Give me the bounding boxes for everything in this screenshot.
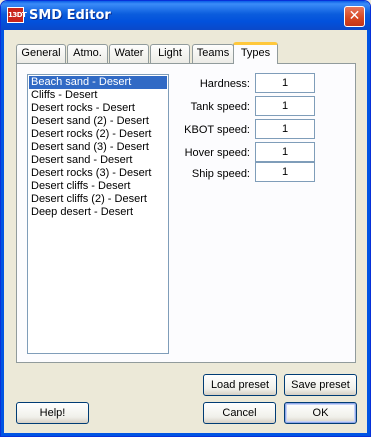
smd-editor-window: 13DT SMD Editor ✕ General Atmo. Water Li… xyxy=(0,0,371,437)
window-title: SMD Editor xyxy=(29,8,111,23)
app-icon: 13DT xyxy=(7,7,27,23)
types-panel: Beach sand - Desert Cliffs - Desert Dese… xyxy=(16,63,356,363)
tab-types[interactable]: Types xyxy=(233,42,278,64)
close-icon: ✕ xyxy=(348,8,361,24)
ok-button[interactable]: OK xyxy=(284,402,357,424)
hover-speed-input[interactable]: 1 xyxy=(255,142,315,162)
tab-light[interactable]: Light xyxy=(150,44,190,63)
kbot-speed-input[interactable]: 1 xyxy=(255,119,315,139)
ship-speed-label: Ship speed: xyxy=(191,168,250,180)
list-item[interactable]: Deep desert - Desert xyxy=(29,206,167,219)
help-button[interactable]: Help! xyxy=(16,402,89,424)
tab-water[interactable]: Water xyxy=(109,44,149,63)
hover-speed-label: Hover speed: xyxy=(184,147,250,159)
window-frame-bottom xyxy=(1,433,370,436)
cancel-button[interactable]: Cancel xyxy=(203,402,276,424)
close-button[interactable]: ✕ xyxy=(344,6,365,27)
list-item[interactable]: Desert cliffs (2) - Desert xyxy=(29,193,167,206)
hardness-label: Hardness: xyxy=(199,78,250,90)
tank-speed-label: Tank speed: xyxy=(190,101,250,113)
tab-atmo[interactable]: Atmo. xyxy=(67,44,108,63)
tab-general[interactable]: General xyxy=(16,44,66,63)
load-preset-button[interactable]: Load preset xyxy=(203,374,277,396)
tab-teams[interactable]: Teams xyxy=(192,44,234,63)
kbot-speed-label: KBOT speed: xyxy=(184,124,250,136)
title-bar[interactable]: 13DT SMD Editor ✕ xyxy=(1,1,370,30)
save-preset-button[interactable]: Save preset xyxy=(284,374,357,396)
list-item[interactable]: Desert cliffs - Desert xyxy=(29,180,167,193)
types-listbox[interactable]: Beach sand - Desert Cliffs - Desert Dese… xyxy=(27,74,169,354)
hardness-input[interactable]: 1 xyxy=(255,73,315,93)
tank-speed-input[interactable]: 1 xyxy=(255,96,315,116)
ship-speed-input[interactable]: 1 xyxy=(255,162,315,182)
